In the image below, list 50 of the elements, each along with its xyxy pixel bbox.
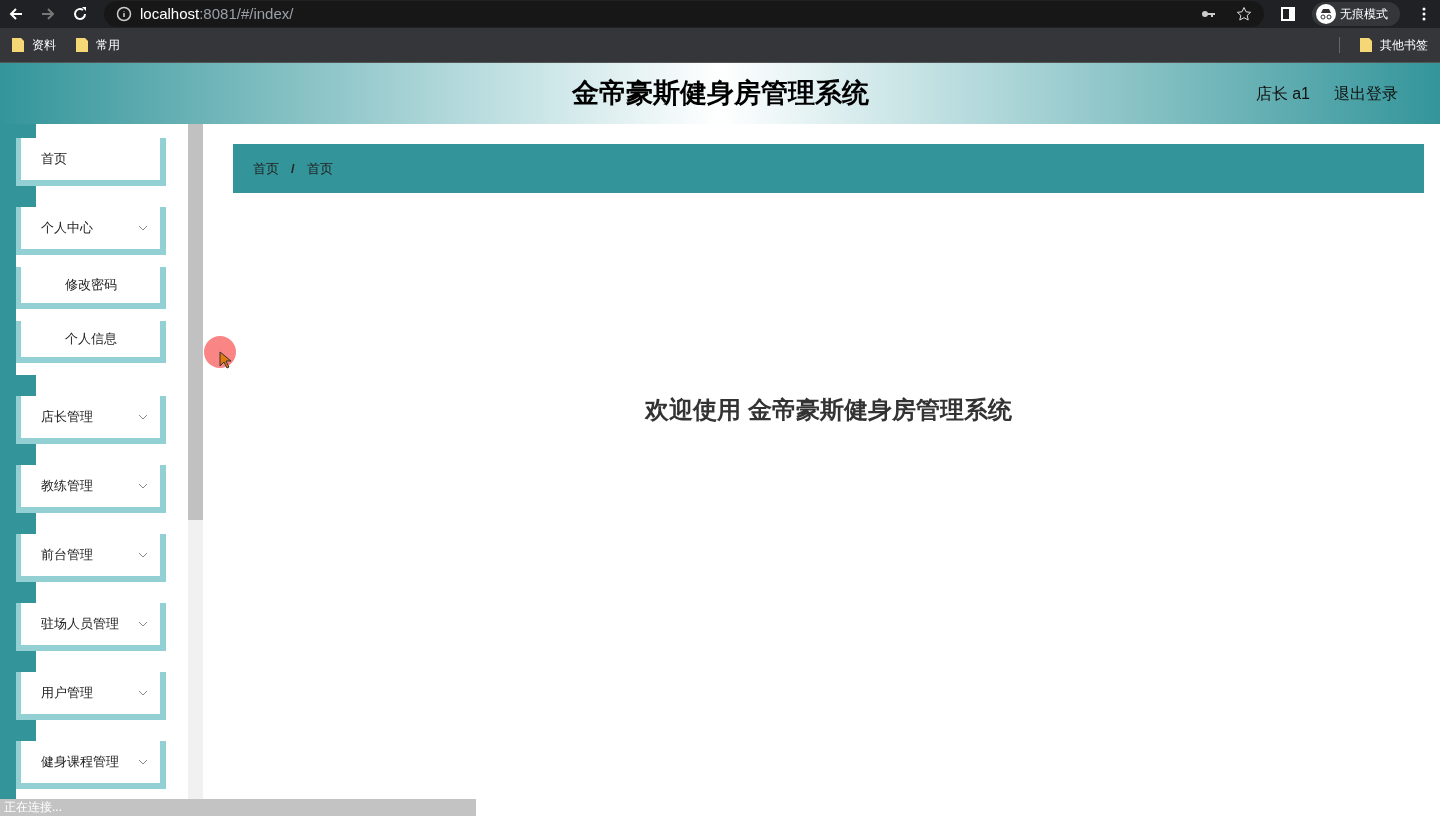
star-icon[interactable] — [1236, 6, 1252, 22]
url-text: localhost:8081/#/index/ — [140, 3, 294, 24]
chevron-down-icon — [138, 621, 148, 627]
info-icon — [116, 6, 132, 22]
reload-icon[interactable] — [72, 6, 88, 22]
chevron-down-icon — [138, 414, 148, 420]
chevron-down-icon — [138, 225, 148, 231]
chevron-down-icon — [138, 552, 148, 558]
system-title: 金帝豪斯健身房管理系统 — [571, 77, 869, 111]
breadcrumb-separator: / — [290, 159, 296, 178]
menu-item[interactable]: 健身课程管理 — [16, 741, 166, 789]
menu-item[interactable]: 用户管理 — [16, 672, 166, 720]
menu-connector-block — [16, 582, 36, 603]
back-icon[interactable] — [8, 6, 24, 22]
address-bar[interactable]: localhost:8081/#/index/ — [104, 1, 1264, 27]
breadcrumb-item[interactable]: 首页 — [306, 158, 333, 179]
menu-item[interactable]: 首页 — [16, 138, 166, 186]
forward-icon[interactable] — [40, 6, 56, 22]
menu-connector-block — [16, 720, 36, 741]
sidebar-panel-icon[interactable] — [1280, 6, 1296, 22]
bookmark-folder[interactable]: 常用 — [76, 36, 120, 54]
chevron-down-icon — [138, 690, 148, 696]
menu-item[interactable]: 个人中心 — [16, 207, 166, 255]
menu-item[interactable]: 驻场人员管理 — [16, 603, 166, 651]
chevron-down-icon — [138, 483, 148, 489]
menu-item[interactable]: 店长管理 — [16, 396, 166, 444]
bookmark-folder[interactable]: 其他书签 — [1360, 36, 1428, 54]
cursor-icon — [219, 351, 231, 369]
menu-connector-block — [16, 444, 36, 465]
chevron-down-icon — [138, 759, 148, 765]
folder-icon — [76, 37, 88, 53]
bookmark-folder[interactable]: 资料 — [12, 36, 56, 54]
menu-connector-block — [16, 186, 36, 207]
welcome-heading: 欢迎使用 金帝豪斯健身房管理系统 — [643, 395, 1013, 425]
breadcrumb-item[interactable]: 首页 — [253, 158, 279, 179]
menu-connector-block — [16, 513, 36, 534]
menu-connector-block — [16, 375, 36, 396]
user-label: 店长 a1 — [1255, 83, 1310, 104]
menu-connector-block — [16, 651, 36, 672]
logout-link[interactable]: 退出登录 — [1334, 81, 1398, 106]
incognito-profile-button[interactable]: 无痕模式 — [1312, 2, 1400, 26]
menu-connector-block — [16, 124, 36, 138]
submenu-item[interactable]: 个人信息 — [16, 321, 166, 363]
incognito-icon — [1316, 4, 1336, 24]
submenu-item[interactable]: 修改密码 — [16, 267, 166, 309]
scrollbar[interactable] — [188, 124, 203, 799]
menu-item[interactable]: 前台管理 — [16, 534, 166, 582]
folder-icon — [1360, 37, 1372, 53]
folder-icon — [12, 37, 24, 53]
menu-item[interactable]: 教练管理 — [16, 465, 166, 513]
